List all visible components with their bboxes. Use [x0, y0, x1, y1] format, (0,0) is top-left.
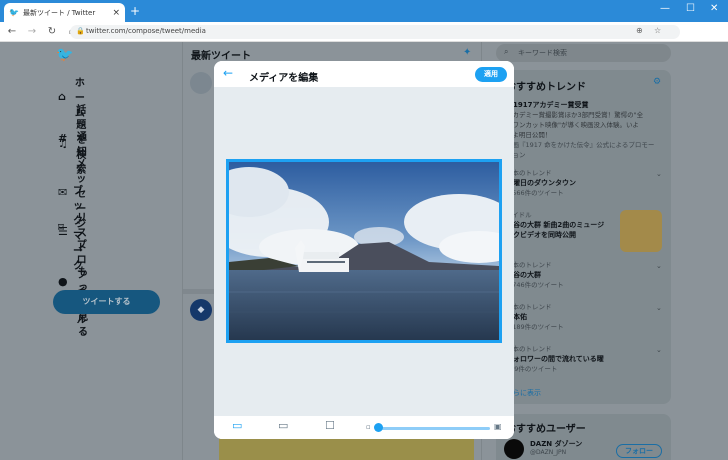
dropbox-avatar-icon[interactable]: ◆ — [190, 299, 212, 321]
zoom-in-icon: ▣ — [494, 422, 502, 431]
tab-title: 最新ツイート / Twitter — [22, 8, 96, 17]
chevron-down-icon[interactable]: ⌄ — [656, 346, 662, 354]
dialog-header: ← メディアを編集 適用 — [214, 61, 514, 88]
crop-wide-icon[interactable]: ▭ — [278, 419, 288, 432]
zoom-out-icon: ▫ — [366, 423, 371, 431]
crop-original-icon[interactable]: ▭ — [232, 419, 242, 432]
apply-button[interactable]: 適用 — [475, 67, 507, 82]
gear-icon[interactable]: ⚙ — [653, 77, 661, 87]
close-window-button[interactable]: ✕ — [710, 3, 718, 14]
user-name[interactable]: DAZN ダゾーン — [530, 439, 582, 449]
chevron-down-icon[interactable]: ⌄ — [656, 170, 662, 178]
maximize-button[interactable]: ☐ — [686, 3, 695, 14]
twitter-page: 🐦 ⌂ ホーム # 話題を検索 ♫ 通知 ✉ メッセージ ⌑ ブックマーク ☰ リスト ● プ… — [0, 42, 728, 460]
follow-button[interactable]: フォロー — [616, 444, 662, 458]
trend-item[interactable]: 日本のトレンド 日本佑 2,189件のツイート — [506, 302, 564, 332]
crop-canvas — [214, 88, 514, 415]
edit-media-dialog: ← メディアを編集 適用 ▭ ▭ ☐ ▫ ▣ — [214, 61, 514, 439]
dialog-toolbar: ▭ ▭ ☐ ▫ ▣ — [214, 415, 514, 439]
twitter-bird-icon[interactable]: 🐦 — [56, 47, 73, 63]
new-tab-button[interactable]: + — [130, 4, 140, 18]
forward-arrow-icon[interactable]: → — [24, 26, 40, 37]
tab-close-icon[interactable]: × — [112, 8, 120, 18]
trend-item[interactable]: 日本のトレンド 土曜日のダウンタウン 1,566件のツイート — [506, 168, 576, 198]
sidebar-item-notifications[interactable]: ♫ 通知 — [58, 128, 91, 158]
bell-icon: ♫ — [58, 136, 68, 150]
trend-item[interactable]: 日本のトレンド フォロワーの間で流れている曜 139件のツイート — [506, 344, 604, 374]
lake-photo — [229, 162, 499, 340]
search-input[interactable]: ⌕ キーワード検索 — [496, 44, 671, 62]
twitter-logo-icon: 🐦 — [9, 8, 19, 17]
minimize-button[interactable]: — — [660, 3, 670, 14]
search-icon: ⌕ — [504, 47, 509, 56]
browser-titlebar: 🐦 最新ツイート / Twitter × + — ☐ ✕ — [0, 0, 728, 22]
crop-square-icon[interactable]: ☐ — [325, 419, 335, 432]
who-to-follow-panel: おすすめユーザー DAZN ダゾーン @DAZN_JPN フォロー — [496, 414, 671, 460]
trends-title: おすすめトレンド — [506, 82, 586, 93]
trend-thumbnail[interactable] — [620, 210, 662, 252]
sparkle-icon[interactable]: ✦ — [463, 47, 471, 58]
users-title: おすすめユーザー — [506, 424, 586, 435]
lock-icon: 🔒 — [76, 27, 85, 35]
zoom-slider[interactable] — [378, 427, 490, 430]
user-handle: @DAZN_JPN — [530, 449, 567, 456]
trends-panel: おすすめトレンド ⚙ 「1917アカデミー賞受賞 アカデミー賞撮影賞ほか3部門受… — [496, 70, 671, 404]
media-image[interactable] — [226, 159, 502, 343]
trend-item[interactable]: アイドル 渋谷の大群 新曲2曲のミュージ ックビデオを同時公開 — [506, 210, 604, 240]
page-title: 最新ツイート — [191, 51, 251, 62]
url-text: twitter.com/compose/tweet/media — [86, 27, 206, 35]
reload-icon[interactable]: ↻ — [44, 26, 60, 37]
trend-item[interactable]: 「1917アカデミー賞受賞 アカデミー賞撮影賞ほか3部門受賞！驚愕の"全 編ワン… — [506, 100, 654, 160]
browser-toolbar: ← → ↻ ⌂ 🔒 twitter.com/compose/tweet/medi… — [0, 22, 728, 57]
address-bar[interactable]: 🔒 twitter.com/compose/tweet/media ⊕ ☆ — [70, 25, 680, 39]
dialog-title: メディアを編集 — [249, 73, 319, 84]
back-arrow-icon[interactable]: ← — [223, 66, 233, 80]
search-placeholder: キーワード検索 — [518, 49, 567, 57]
avatar[interactable] — [504, 439, 524, 459]
star-icon[interactable]: ☆ — [654, 26, 661, 35]
zoom-slider-handle[interactable] — [374, 423, 383, 432]
back-arrow-icon[interactable]: ← — [4, 26, 20, 37]
tweet-button[interactable]: ツイートする — [53, 290, 160, 314]
tweet-image[interactable] — [219, 436, 474, 460]
chevron-down-icon[interactable]: ⌄ — [656, 262, 662, 270]
cast-icon[interactable]: ⊕ — [636, 26, 643, 35]
sidebar-item-label: 通知 — [76, 132, 87, 158]
chevron-down-icon[interactable]: ⌄ — [656, 304, 662, 312]
browser-tab[interactable]: 🐦 最新ツイート / Twitter × — [4, 3, 125, 22]
avatar[interactable] — [190, 72, 212, 94]
trend-item[interactable]: 日本のトレンド 渋谷の大群 1,746件のツイート — [506, 260, 564, 290]
